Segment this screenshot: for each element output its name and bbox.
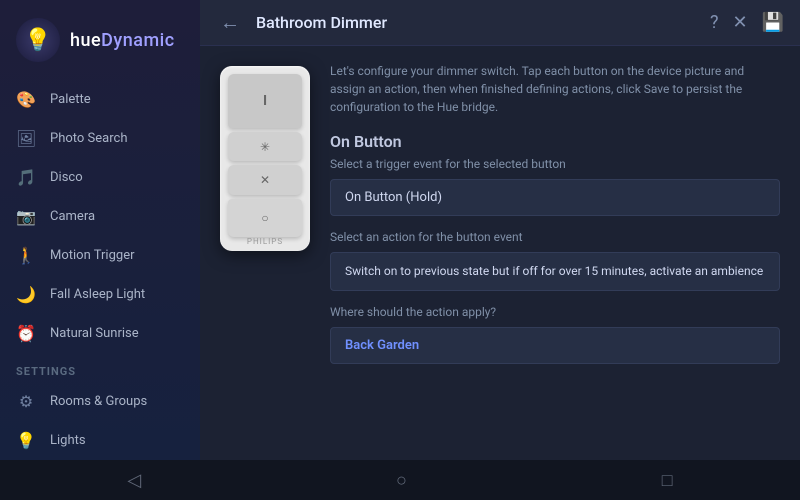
dimmer-brighten-button[interactable]: ✳ [228,132,302,162]
sidebar: 💡 hueDynamic 🎨 Palette 🖼 Photo Search 🎵 … [0,0,200,460]
sidebar-item-label: Natural Sunrise [50,326,139,341]
on-icon: I [263,93,267,109]
palette-icon: 🎨 [16,90,36,109]
dimmer-on-button[interactable]: I [228,74,302,128]
logo-area: 💡 hueDynamic [0,0,200,80]
brand-label: PHILIPS [247,237,283,246]
topbar: ← Bathroom Dimmer ? ✕ 💾 [200,0,800,46]
action-label: Select an action for the button event [330,230,780,244]
topbar-actions: ? ✕ 💾 [710,12,784,33]
sidebar-item-camera[interactable]: 📷 Camera [0,197,200,236]
sidebar-item-label: Fall Asleep Light [50,287,145,302]
nav-back-button[interactable]: ◁ [107,462,161,499]
sidebar-item-natural-sunrise[interactable]: ⏰ Natural Sunrise [0,314,200,353]
sunrise-icon: ⏰ [16,324,36,343]
config-description: Let's configure your dimmer switch. Tap … [330,62,780,116]
motion-icon: 🚶 [16,246,36,265]
back-button[interactable]: ← [216,6,244,39]
logo-icon: 💡 [16,18,60,62]
lights-icon: 💡 [16,431,36,450]
photo-search-icon: 🖼 [16,129,36,148]
page-title: Bathroom Dimmer [256,13,698,32]
location-label: Where should the action apply? [330,305,780,319]
nav-recents-button[interactable]: □ [642,462,693,499]
app-container: 💡 hueDynamic 🎨 Palette 🖼 Photo Search 🎵 … [0,0,800,460]
action-value[interactable]: Switch on to previous state but if off f… [330,252,780,291]
config-panel: Let's configure your dimmer switch. Tap … [330,62,780,444]
trigger-value[interactable]: On Button (Hold) [330,179,780,216]
sidebar-item-label: Motion Trigger [50,248,135,263]
sidebar-item-rooms-groups[interactable]: ⚙ Rooms & Groups [0,382,200,421]
sidebar-item-disco[interactable]: 🎵 Disco [0,158,200,197]
sidebar-item-label: Photo Search [50,131,127,146]
location-value[interactable]: Back Garden [330,327,780,364]
sidebar-item-lights[interactable]: 💡 Lights [0,421,200,460]
device-visual: I ✳ ✕ ○ PHILIPS [220,62,310,444]
sidebar-item-label: Palette [50,92,91,107]
sidebar-item-photo-search[interactable]: 🖼 Photo Search [0,119,200,158]
content-area: I ✳ ✕ ○ PHILIPS Let's configure your d [200,46,800,460]
off-icon: ○ [261,211,268,225]
sidebar-item-palette[interactable]: 🎨 Palette [0,80,200,119]
brighten-icon: ✳ [260,140,270,154]
sidebar-item-label: Camera [50,209,95,224]
sidebar-item-label: Lights [50,433,86,448]
sidebar-item-label: Disco [50,170,83,185]
camera-icon: 📷 [16,207,36,226]
bottom-nav: ◁ ○ □ [0,460,800,500]
trigger-label: Select a trigger event for the selected … [330,157,780,171]
dimmer-switch: I ✳ ✕ ○ PHILIPS [220,66,310,251]
sidebar-item-label: Rooms & Groups [50,394,147,409]
main-content: ← Bathroom Dimmer ? ✕ 💾 I ✳ [200,0,800,460]
disco-icon: 🎵 [16,168,36,187]
sidebar-item-fall-asleep[interactable]: 🌙 Fall Asleep Light [0,275,200,314]
dim-icon: ✕ [260,173,270,187]
dimmer-off-button[interactable]: ○ [228,199,302,237]
sleep-icon: 🌙 [16,285,36,304]
button-section-title: On Button [330,132,780,151]
rooms-icon: ⚙ [16,392,36,411]
sidebar-item-motion-trigger[interactable]: 🚶 Motion Trigger [0,236,200,275]
close-button[interactable]: ✕ [732,12,747,33]
help-button[interactable]: ? [710,12,719,33]
dimmer-dim-button[interactable]: ✕ [228,165,302,195]
logo-text: hueDynamic [70,30,175,51]
nav-home-button[interactable]: ○ [376,462,427,499]
save-button[interactable]: 💾 [762,12,784,33]
settings-section-label: Settings [0,353,200,382]
